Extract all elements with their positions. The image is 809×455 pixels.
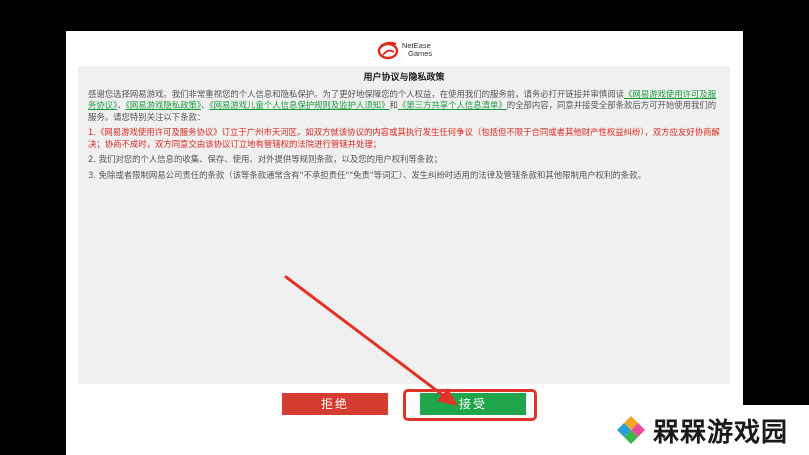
netease-games-logo-icon [377,41,399,60]
clause-2: 2. 我们对您的个人信息的收集、保存、使用、对外提供等规则条款，以及您的用户权利… [88,154,443,164]
site-watermark: 槑槑游戏园 [583,405,809,455]
link-privacy-policy[interactable]: 《网易游戏隐私政策》 [126,100,201,110]
agreement-content[interactable]: 用户协议与隐私政策 感谢您选择网易游戏。我们非常重视您的个人信息和隐私保护。为了… [78,66,730,384]
separator-3: 和 [389,100,398,110]
link-third-party-list[interactable]: 《第三方共享个人信息清单》 [398,100,507,110]
netease-games-logo: NetEase Games [377,39,432,61]
clause-3: 3. 免除或者限制网易公司责任的条款（该等条款通常含有"不承担责任""免责"等词… [88,169,646,180]
agreement-title: 用户协议与隐私政策 [363,73,445,83]
link-children-privacy[interactable]: 《网易游戏儿童个人信息保护规则及监护人须知》 [209,100,389,110]
intro-text: 感谢您选择网易游戏。我们非常重视您的个人信息和隐私保护。为了更好地保障您的个人权… [88,88,624,99]
agreement-dialog: NetEase Games 用户协议与隐私政策 感谢您选择网易游戏。我们非常重视… [66,31,743,455]
logo-line2: Games [408,49,433,58]
colorful-diamond-logo-icon [617,416,645,444]
reject-button[interactable]: 拒绝 [282,393,388,415]
agreement-intro: 感谢您选择网易游戏。我们非常重视您的个人信息和隐私保护。为了更好地保障您的个人权… [88,89,720,124]
separator-1: 、 [117,100,126,110]
accept-highlight-box [403,389,537,421]
logo-wordmark: NetEase Games [402,42,432,58]
clause-1: 1.《网易游戏使用许可及服务协议》订立于广州市天河区。如双方就该协议的内容或其执… [88,127,720,149]
watermark-text: 槑槑游戏园 [653,417,789,448]
